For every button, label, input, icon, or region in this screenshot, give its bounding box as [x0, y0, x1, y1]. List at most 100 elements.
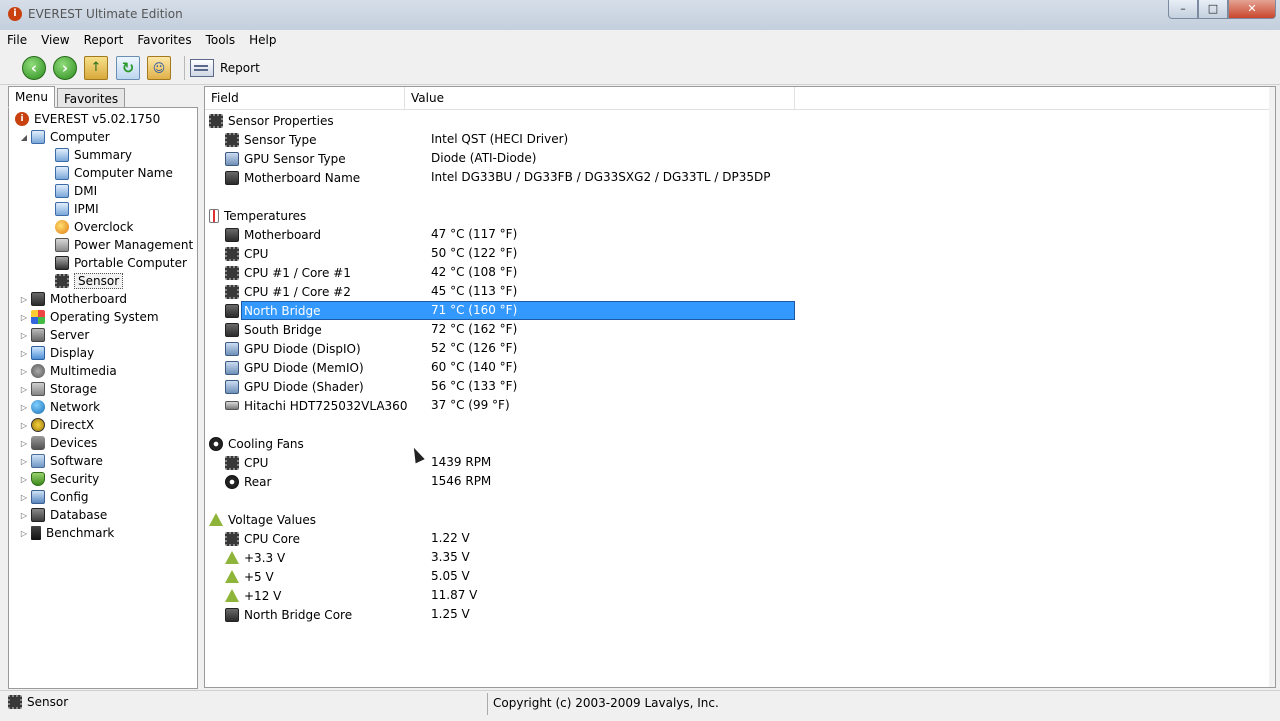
sensor-list-view[interactable]: Field Value Sensor Properties Sensor Typ…	[204, 86, 1276, 688]
table-row[interactable]: Motherboard Name Intel DG33BU / DG33FB /…	[225, 168, 770, 187]
table-row[interactable]: GPU Diode (MemIO) 60 °C (140 °F)	[225, 358, 517, 377]
tree-item-server[interactable]: ▷ Server	[19, 326, 89, 344]
field-value: 60 °C (140 °F)	[431, 360, 518, 374]
expand-arrow-icon[interactable]: ▷	[19, 313, 29, 322]
close-button[interactable]: ✕	[1228, 0, 1276, 19]
expand-arrow-icon[interactable]: ▷	[19, 439, 29, 448]
table-row[interactable]: GPU Diode (DispIO) 52 °C (126 °F)	[225, 339, 517, 358]
back-button[interactable]: ‹	[22, 56, 46, 80]
menu-tools[interactable]: Tools	[199, 30, 243, 50]
table-row-selected[interactable]: North Bridge 71 °C (160 °F)	[225, 301, 517, 320]
tree-label: Storage	[50, 382, 97, 396]
report-icon	[190, 59, 214, 77]
field-label: Motherboard Name	[244, 170, 361, 185]
table-row[interactable]: Hitachi HDT725032VLA360 37 °C (99 °F)	[225, 396, 510, 415]
table-row[interactable]: CPU 1439 RPM	[225, 453, 491, 472]
collapse-arrow-icon[interactable]: ◢	[19, 133, 29, 142]
menu-help[interactable]: Help	[242, 30, 283, 50]
tree-item-storage[interactable]: ▷ Storage	[19, 380, 97, 398]
tree-item-root[interactable]: i EVEREST v5.02.1750	[15, 110, 160, 128]
table-row[interactable]: GPU Diode (Shader) 56 °C (133 °F)	[225, 377, 517, 396]
tree-item-power-management[interactable]: Power Management	[55, 236, 193, 254]
tree-label: Config	[50, 490, 89, 504]
table-row[interactable]: Motherboard 47 °C (117 °F)	[225, 225, 517, 244]
expand-arrow-icon[interactable]: ▷	[19, 475, 29, 484]
menu-file[interactable]: File	[0, 30, 34, 50]
tree-item-computer-name[interactable]: Computer Name	[55, 164, 173, 182]
tree-item-operating-system[interactable]: ▷ Operating System	[19, 308, 159, 326]
table-row[interactable]: Sensor Type Intel QST (HECI Driver)	[225, 130, 568, 149]
report-button[interactable]: Report	[190, 56, 260, 80]
expand-arrow-icon[interactable]: ▷	[19, 529, 29, 538]
expand-arrow-icon[interactable]: ▷	[19, 511, 29, 520]
section-temperatures[interactable]: Temperatures	[209, 206, 306, 225]
tree-label: Benchmark	[46, 526, 115, 540]
expand-arrow-icon[interactable]: ▷	[19, 421, 29, 430]
tree-item-benchmark[interactable]: ▷ Benchmark	[19, 524, 114, 542]
tree-label: Operating System	[50, 310, 159, 324]
tree-item-sensor[interactable]: Sensor	[55, 272, 124, 290]
section-voltage-values[interactable]: Voltage Values	[209, 510, 316, 529]
tree-item-display[interactable]: ▷ Display	[19, 344, 94, 362]
table-row[interactable]: +5 V 5.05 V	[225, 567, 470, 586]
menu-tree[interactable]: i EVEREST v5.02.1750 ◢ Computer Summary …	[8, 107, 198, 689]
tree-item-database[interactable]: ▷ Database	[19, 506, 107, 524]
column-value[interactable]: Value	[405, 87, 795, 109]
computer-icon	[31, 130, 45, 144]
everest-logo-icon[interactable]: i	[8, 7, 22, 21]
up-folder-button[interactable]: ↑	[84, 56, 108, 80]
tree-item-software[interactable]: ▷ Software	[19, 452, 103, 470]
expand-arrow-icon[interactable]: ▷	[19, 403, 29, 412]
title-bar[interactable]: i EVEREST Ultimate Edition – □ ✕	[0, 0, 1280, 30]
tree-item-motherboard[interactable]: ▷ Motherboard	[19, 290, 127, 308]
table-row[interactable]: CPU Core 1.22 V	[225, 529, 470, 548]
status-bar: Sensor Copyright (c) 2003-2009 Lavalys, …	[0, 690, 1280, 721]
expand-arrow-icon[interactable]: ▷	[19, 349, 29, 358]
table-row[interactable]: CPU #1 / Core #2 45 °C (113 °F)	[225, 282, 517, 301]
menu-favorites[interactable]: Favorites	[130, 30, 198, 50]
tree-item-security[interactable]: ▷ Security	[19, 470, 99, 488]
tab-favorites[interactable]: Favorites	[56, 88, 126, 108]
table-row[interactable]: +3.3 V 3.35 V	[225, 548, 470, 567]
tree-item-dmi[interactable]: DMI	[55, 182, 97, 200]
forward-button[interactable]: ›	[53, 56, 77, 80]
expand-arrow-icon[interactable]: ▷	[19, 385, 29, 394]
speaker-icon	[31, 364, 45, 378]
expand-arrow-icon[interactable]: ▷	[19, 295, 29, 304]
expand-arrow-icon[interactable]: ▷	[19, 331, 29, 340]
field-value: 3.35 V	[431, 550, 470, 564]
menu-report[interactable]: Report	[77, 30, 131, 50]
table-row[interactable]: North Bridge Core 1.25 V	[225, 605, 470, 624]
menu-view[interactable]: View	[34, 30, 76, 50]
tree-item-directx[interactable]: ▷ DirectX	[19, 416, 94, 434]
tab-menu[interactable]: Menu	[8, 86, 55, 108]
tree-item-summary[interactable]: Summary	[55, 146, 132, 164]
table-row[interactable]: South Bridge 72 °C (162 °F)	[225, 320, 517, 339]
table-row[interactable]: CPU #1 / Core #1 42 °C (108 °F)	[225, 263, 517, 282]
table-row[interactable]: +12 V 11.87 V	[225, 586, 477, 605]
maximize-button[interactable]: □	[1198, 0, 1228, 19]
expand-arrow-icon[interactable]: ▷	[19, 457, 29, 466]
tree-item-overclock[interactable]: Overclock	[55, 218, 133, 236]
field-label: GPU Diode (Shader)	[244, 379, 364, 394]
tree-item-multimedia[interactable]: ▷ Multimedia	[19, 362, 117, 380]
expand-arrow-icon[interactable]: ▷	[19, 367, 29, 376]
user-button[interactable]: ☺	[147, 56, 171, 80]
section-cooling-fans[interactable]: Cooling Fans	[209, 434, 304, 453]
tree-item-computer[interactable]: ◢ Computer	[19, 128, 110, 146]
minimize-button[interactable]: –	[1168, 0, 1198, 19]
tree-item-network[interactable]: ▷ Network	[19, 398, 100, 416]
table-row[interactable]: GPU Sensor Type Diode (ATI-Diode)	[225, 149, 537, 168]
table-row[interactable]: CPU 50 °C (122 °F)	[225, 244, 517, 263]
refresh-button[interactable]: ↻	[116, 56, 140, 80]
tree-item-portable-computer[interactable]: Portable Computer	[55, 254, 187, 272]
column-field[interactable]: Field	[205, 87, 405, 109]
expand-arrow-icon[interactable]: ▷	[19, 493, 29, 502]
table-row[interactable]: Rear 1546 RPM	[225, 472, 491, 491]
tree-item-config[interactable]: ▷ Config	[19, 488, 89, 506]
section-sensor-properties[interactable]: Sensor Properties	[209, 111, 334, 130]
tree-item-ipmi[interactable]: IPMI	[55, 200, 99, 218]
tree-item-devices[interactable]: ▷ Devices	[19, 434, 97, 452]
vertical-scrollbar[interactable]	[1269, 87, 1275, 687]
tree-label: Devices	[50, 436, 98, 450]
